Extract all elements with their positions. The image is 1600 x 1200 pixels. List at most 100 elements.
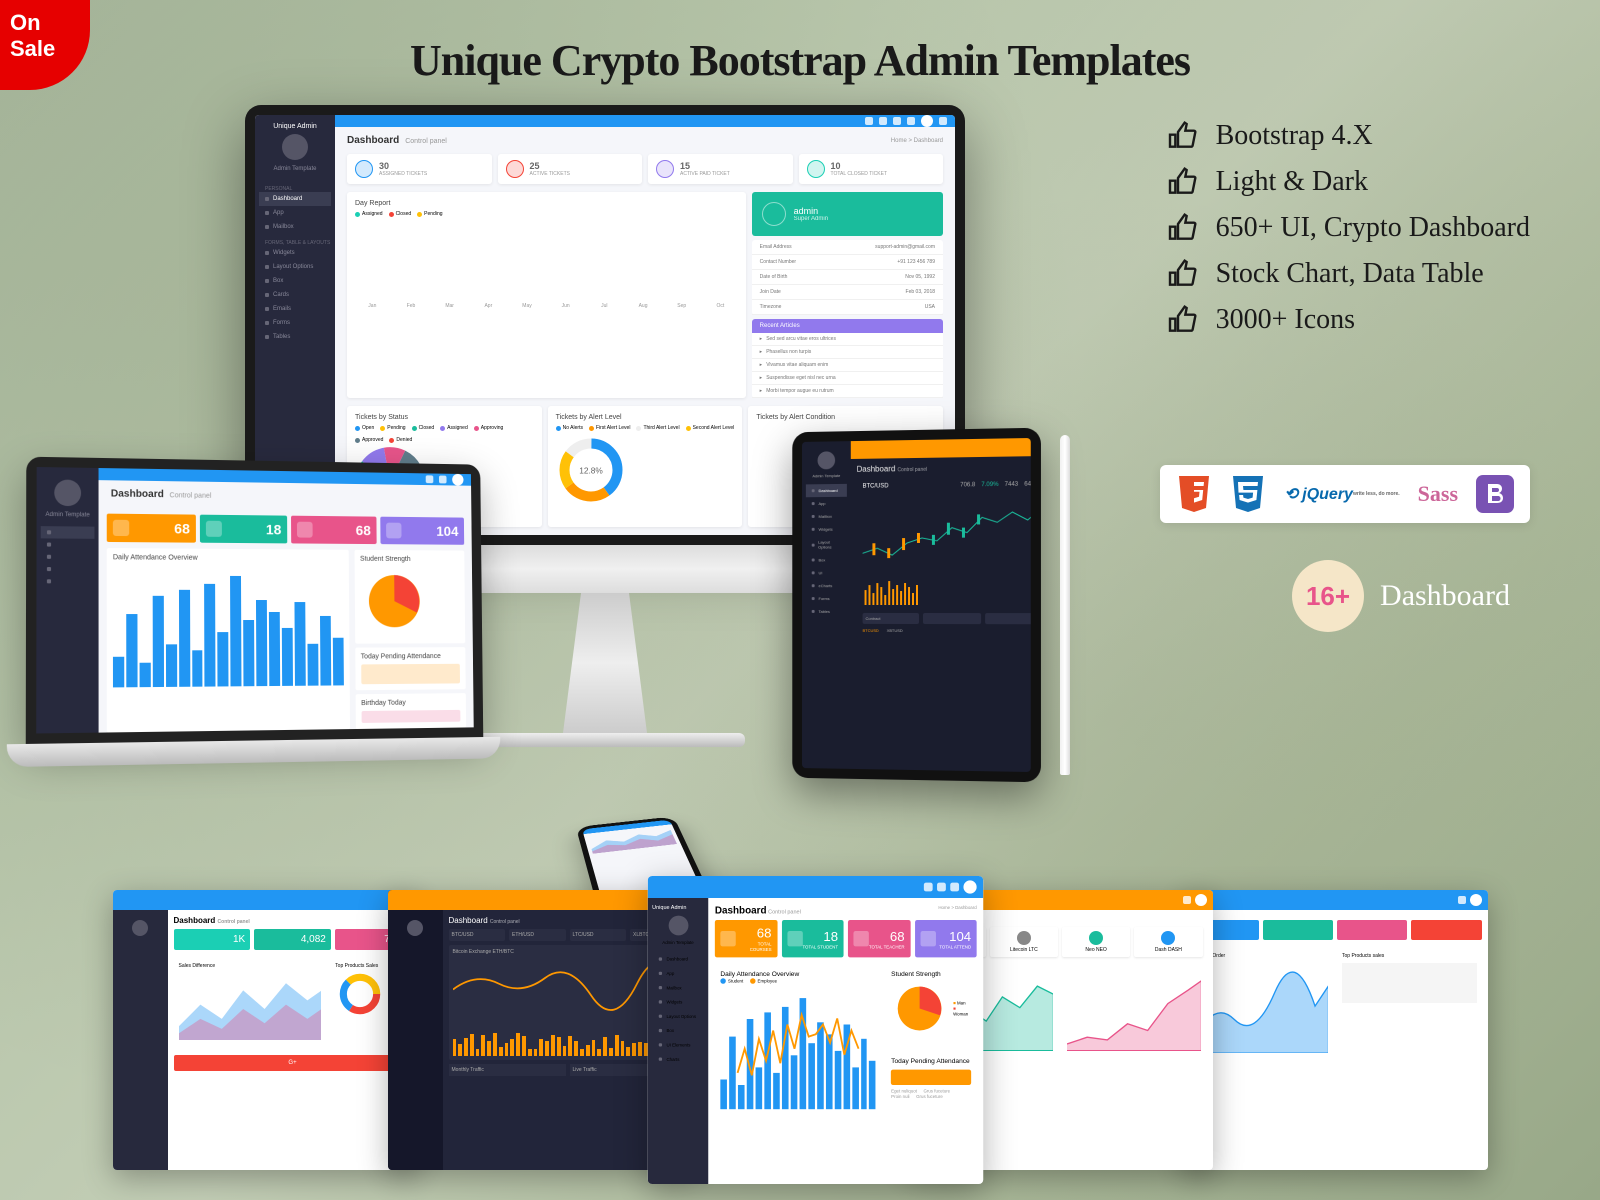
stat-card: 10TOTAL CLOSED TICKET <box>799 154 944 184</box>
stat-card: 18 <box>200 515 287 544</box>
contract-box: Contract <box>863 613 920 624</box>
candlestick-chart <box>863 491 1031 573</box>
dashboard-sidebar: Admin Template <box>36 467 98 733</box>
sidebar-item[interactable]: Widgets <box>259 246 331 260</box>
sidebar: Unique Admin Admin Template Dashboard Ap… <box>647 898 708 1184</box>
sass-logo: Sass <box>1418 473 1458 515</box>
feature-text: Stock Chart, Data Table <box>1216 258 1484 290</box>
birthday-panel: Birthday Today <box>355 693 466 729</box>
article-item[interactable]: ▸Phasellus non turpis <box>752 346 943 359</box>
area-chart <box>1194 959 1328 1053</box>
sidebar-item[interactable]: Tables <box>806 605 847 618</box>
chart-panel <box>1062 965 1207 1058</box>
sidebar-item[interactable]: Forms <box>806 592 847 605</box>
screenshot-5: Monthly Order Top Products sales <box>1183 890 1488 1170</box>
settings-icon[interactable] <box>939 117 947 125</box>
stat-row: 30ASSIGNED TICKETS 25ACTIVE TICKETS 15AC… <box>335 154 955 192</box>
feature-item: Bootstrap 4.X <box>1166 120 1530 152</box>
stat-card <box>1263 920 1333 940</box>
sale-line2: Sale <box>10 36 90 62</box>
count-label: Dashboard <box>1380 579 1510 613</box>
stat-card: 4,082 <box>254 929 331 950</box>
social-card: G+ <box>174 1055 412 1071</box>
article-item[interactable]: ▸Suspendisse eget nisl nec urna <box>752 372 943 385</box>
avatar <box>1195 894 1207 906</box>
sidebar-item[interactable]: Mailbox <box>259 220 331 234</box>
sidebar-item[interactable]: Widgets <box>806 523 847 536</box>
notification-icon[interactable] <box>893 117 901 125</box>
sidebar-item[interactable] <box>41 526 95 539</box>
sidebar-item[interactable]: Tables <box>259 330 331 344</box>
svg-text:12.8%: 12.8% <box>579 465 603 475</box>
info-list: Email Addresssupport-admin@gmail.com Con… <box>752 240 943 315</box>
breadcrumb: Home > Dashboard <box>891 138 943 144</box>
sidebar-item[interactable]: Emails <box>259 302 331 316</box>
feature-item: Stock Chart, Data Table <box>1166 258 1530 290</box>
stat-card: 1K <box>174 929 251 950</box>
sidebar-item[interactable] <box>41 563 95 575</box>
article-item[interactable]: ▸Vivamus vitae aliquam enim <box>752 359 943 372</box>
sidebar-item[interactable]: Box <box>259 274 331 288</box>
sidebar-item[interactable]: Charts <box>652 1052 704 1066</box>
sidebar <box>388 910 443 1170</box>
area-chart <box>179 969 322 1040</box>
sidebar-item[interactable]: Dashboard <box>652 952 704 966</box>
crypto-badge[interactable]: ETH/USD <box>509 929 566 941</box>
sidebar-item[interactable] <box>41 575 95 587</box>
sidebar-item[interactable]: UI <box>806 566 847 579</box>
stat-card: 68TOTAL COURSES <box>714 920 776 957</box>
article-item[interactable]: ▸Sed sed arcu vitae eros ultrices <box>752 333 943 346</box>
icon <box>937 883 946 892</box>
sales-panel: Sales Difference <box>174 958 327 1047</box>
thumbs-up-icon <box>1166 304 1198 336</box>
sidebar-item[interactable]: App <box>652 966 704 980</box>
sidebar-item[interactable]: Cards <box>259 288 331 302</box>
articles-header: Recent Articles <box>752 319 943 333</box>
crypto-badge[interactable]: BTC/USD <box>449 929 506 941</box>
sidebar-item[interactable]: Layout Options <box>652 1009 704 1023</box>
sidebar-item[interactable]: eCharts <box>806 579 847 592</box>
avatar <box>963 880 976 893</box>
sidebar-item[interactable]: Layout Options <box>259 260 331 274</box>
panel-title: Day Report <box>355 200 738 207</box>
search-icon[interactable] <box>426 475 434 483</box>
notification-icon[interactable] <box>439 476 447 484</box>
sidebar-item[interactable]: Forms <box>259 316 331 330</box>
sidebar-item[interactable]: App <box>259 206 331 220</box>
sidebar-item[interactable]: App <box>806 497 847 510</box>
crypto-card: Litecoin LTC <box>990 927 1058 957</box>
sidebar-item[interactable]: Mailbox <box>806 510 847 523</box>
article-item[interactable]: ▸Morbi tempor augue eu rutrum <box>752 385 943 398</box>
search-icon[interactable] <box>865 117 873 125</box>
crypto-badge[interactable]: LTC/USD <box>570 929 627 941</box>
feature-item: 3000+ Icons <box>1166 304 1530 336</box>
sidebar-item[interactable]: UI Elements <box>652 1038 704 1052</box>
sidebar-item[interactable] <box>41 551 95 564</box>
user-avatar[interactable] <box>921 115 933 127</box>
sidebar-item[interactable]: Box <box>652 1023 704 1037</box>
message-icon[interactable] <box>907 117 915 125</box>
sidebar-item-dashboard[interactable]: Dashboard <box>259 192 331 206</box>
sidebar-item[interactable]: Box <box>806 553 847 566</box>
thumbs-up-icon <box>1166 166 1198 198</box>
sidebar-item[interactable]: Dashboard <box>806 484 847 497</box>
page-subtitle: Control panel <box>405 138 447 145</box>
donut-chart: 12.8% <box>556 435 626 505</box>
fullscreen-icon[interactable] <box>879 117 887 125</box>
stat-card <box>1411 920 1481 940</box>
tech-badges: ⟲ jQuerywrite less, do more. Sass <box>1160 465 1530 523</box>
sidebar-item[interactable]: Widgets <box>652 995 704 1009</box>
html5-logo <box>1176 473 1212 515</box>
screenshot-1: Dashboard Control panel 1K 4,082 7505 Sa… <box>113 890 418 1170</box>
dashboard-sidebar: Admin Template Dashboard App Mailbox Wid… <box>802 441 851 769</box>
stat-card: 25ACTIVE TICKETS <box>498 154 643 184</box>
sidebar-item[interactable] <box>41 538 95 551</box>
sidebar-item[interactable]: Layout Options <box>806 536 847 554</box>
volume-chart <box>863 575 1031 605</box>
screenshot-2: Dashboard Control panel BTC/USD ETH/USD … <box>388 890 693 1170</box>
feature-item: Light & Dark <box>1166 166 1530 198</box>
user-avatar[interactable] <box>452 474 463 486</box>
day-report-panel: Day Report Assigned Closed Pending JanFe… <box>347 192 746 398</box>
avatar <box>54 479 81 506</box>
sidebar-item[interactable]: Mailbox <box>652 981 704 995</box>
